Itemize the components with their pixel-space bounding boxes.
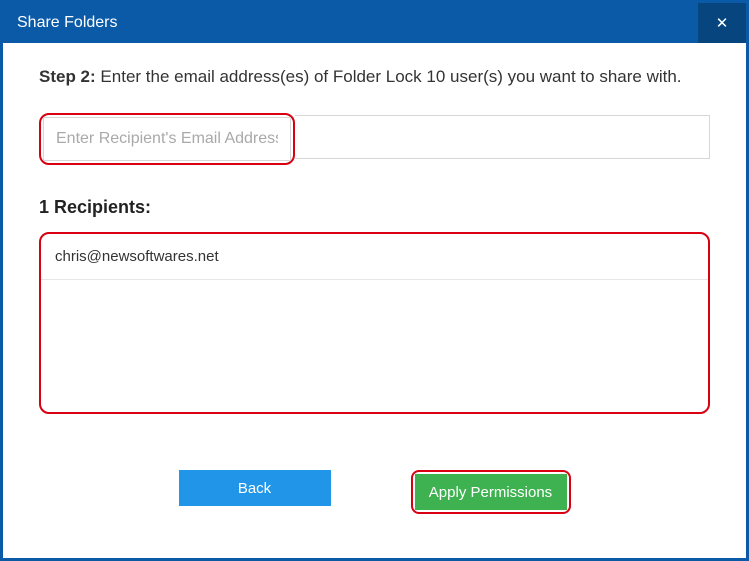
email-input-border <box>295 115 710 159</box>
titlebar: Share Folders ✕ <box>3 3 746 43</box>
window-title: Share Folders <box>17 14 118 32</box>
recipient-email-input[interactable] <box>44 118 290 160</box>
apply-permissions-button[interactable]: Apply Permissions <box>415 474 567 510</box>
email-input-row <box>39 113 710 165</box>
step-label: Step 2: <box>39 67 96 86</box>
email-input-highlight <box>39 113 295 165</box>
step-instruction: Step 2: Enter the email address(es) of F… <box>39 67 710 87</box>
close-icon: ✕ <box>716 14 729 32</box>
list-item[interactable]: chris@newsoftwares.net <box>41 234 708 280</box>
dialog-footer: Back Apply Permissions <box>39 470 710 514</box>
close-button[interactable]: ✕ <box>698 3 746 43</box>
recipient-email: chris@newsoftwares.net <box>55 248 219 265</box>
recipients-count-label: 1 Recipients: <box>39 197 710 218</box>
back-button[interactable]: Back <box>179 470 331 506</box>
recipients-list: chris@newsoftwares.net <box>39 232 710 414</box>
step-description: Enter the email address(es) of Folder Lo… <box>100 67 681 86</box>
apply-highlight: Apply Permissions <box>411 470 571 514</box>
dialog-content: Step 2: Enter the email address(es) of F… <box>3 43 746 534</box>
